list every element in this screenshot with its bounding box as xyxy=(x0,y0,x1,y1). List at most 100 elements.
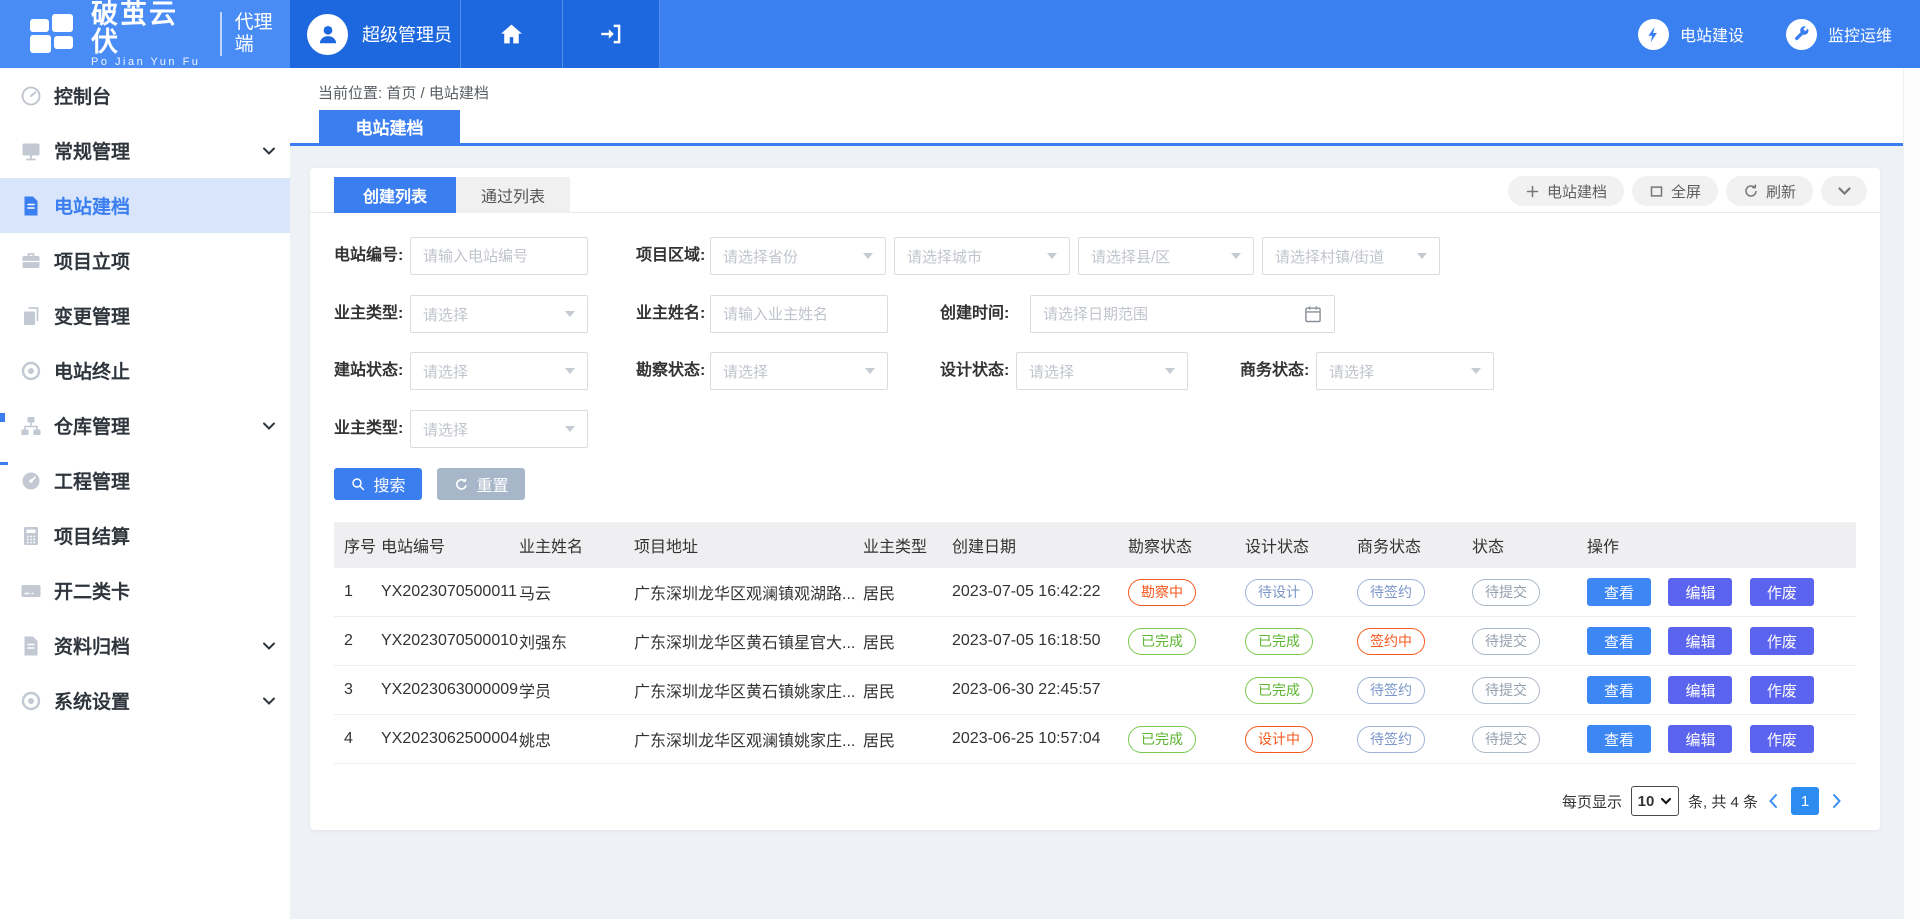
sidebar-item-general-mgmt[interactable]: 常规管理 xyxy=(0,123,290,178)
edit-button[interactable]: 编辑 xyxy=(1668,578,1732,606)
refresh-button[interactable]: 刷新 xyxy=(1726,176,1813,206)
breadcrumb-path[interactable]: 首页 / 电站建档 xyxy=(386,85,489,102)
city-select[interactable]: 请选择城市 xyxy=(894,237,1070,275)
chevron-right-icon xyxy=(1831,793,1843,809)
col-actions: 操作 xyxy=(1587,533,1856,557)
county-select[interactable]: 请选择县/区 xyxy=(1078,237,1254,275)
col-code: 电站编号 xyxy=(381,533,519,557)
province-select[interactable]: 请选择省份 xyxy=(710,237,886,275)
home-button[interactable] xyxy=(460,0,562,68)
person-icon xyxy=(315,21,341,47)
sidebar-item-label: 仓库管理 xyxy=(54,412,130,439)
view-button[interactable]: 查看 xyxy=(1587,627,1651,655)
edit-button[interactable]: 编辑 xyxy=(1668,627,1732,655)
tab-create-list[interactable]: 创建列表 xyxy=(334,177,456,213)
page-tab-station-archive[interactable]: 电站建档 xyxy=(319,110,460,143)
tab-passed-list[interactable]: 通过列表 xyxy=(456,177,570,213)
sidebar: 控制台 常规管理 电站建档 项目立项 xyxy=(0,68,290,919)
nav-monitor-ops[interactable]: 监控运维 xyxy=(1786,0,1892,68)
sidebar-scroll-indicator xyxy=(0,413,5,422)
status-badge: 签约中 xyxy=(1357,628,1425,655)
owner-type-select[interactable]: 请选择 xyxy=(410,295,588,333)
page-number-button[interactable]: 1 xyxy=(1791,787,1819,815)
date-range-input[interactable] xyxy=(1030,295,1335,333)
sidebar-item-warehouse-mgmt[interactable]: 仓库管理 xyxy=(0,398,290,453)
user-menu[interactable]: 超级管理员 xyxy=(290,0,460,68)
filter-actions: 搜索 重置 xyxy=(334,468,525,500)
owner-name-label: 业主姓名: xyxy=(636,295,705,333)
sidebar-item-engineering-mgmt[interactable]: 工程管理 xyxy=(0,453,290,508)
chevron-down-icon xyxy=(262,696,276,706)
sidebar-item-project-settlement[interactable]: 项目结算 xyxy=(0,508,290,563)
logout-button[interactable] xyxy=(562,0,660,68)
next-page-button[interactable] xyxy=(1831,793,1843,809)
view-button[interactable]: 查看 xyxy=(1587,578,1651,606)
page-scrollbar[interactable] xyxy=(1903,68,1920,919)
breadcrumb: 当前位置: 首页 / 电站建档 xyxy=(318,82,489,103)
prev-page-button[interactable] xyxy=(1767,793,1779,809)
logo[interactable]: 破茧云伏 Po Jian Yun Fu 代理端 xyxy=(0,0,290,68)
survey-status-select[interactable]: 请选择 xyxy=(710,352,888,390)
collapse-toolbar-button[interactable] xyxy=(1821,176,1867,206)
reset-button[interactable]: 重置 xyxy=(437,468,525,500)
edit-button[interactable]: 编辑 xyxy=(1668,676,1732,704)
town-select[interactable]: 请选择村镇/街道 xyxy=(1262,237,1440,275)
filter-row-4: 业主类型: 请选择 xyxy=(310,410,1880,448)
caret-down-icon xyxy=(865,368,875,374)
void-button[interactable]: 作废 xyxy=(1750,725,1814,753)
status-badge: 待提交 xyxy=(1472,579,1540,606)
sidebar-item-project-initiation[interactable]: 项目立项 xyxy=(0,233,290,288)
sidebar-item-label: 电站终止 xyxy=(54,357,130,384)
void-button[interactable]: 作废 xyxy=(1750,578,1814,606)
sidebar-item-console[interactable]: 控制台 xyxy=(0,68,290,123)
filter-row-2: 业主类型: 请选择 业主姓名: 创建时间: xyxy=(310,295,1880,333)
calendar-icon[interactable] xyxy=(1303,304,1323,324)
edit-button[interactable]: 编辑 xyxy=(1668,725,1732,753)
station-code-input[interactable] xyxy=(410,237,588,275)
logout-icon xyxy=(598,21,624,47)
design-status-label: 设计状态: xyxy=(940,352,1009,390)
create-station-label: 电站建档 xyxy=(1547,181,1607,202)
sidebar-item-label: 项目结算 xyxy=(54,522,130,549)
search-button[interactable]: 搜索 xyxy=(334,468,422,500)
sidebar-item-label: 控制台 xyxy=(54,82,111,109)
create-station-button[interactable]: 电站建档 xyxy=(1508,176,1624,206)
sidebar-item-system-settings[interactable]: 系统设置 xyxy=(0,673,290,728)
business-status-select[interactable]: 请选择 xyxy=(1316,352,1494,390)
status-badge: 已完成 xyxy=(1245,677,1313,704)
nav-station-build[interactable]: 电站建设 xyxy=(1638,0,1744,68)
design-status-select[interactable]: 请选择 xyxy=(1016,352,1188,390)
sidebar-item-class2-card[interactable]: 开二类卡 xyxy=(0,563,290,618)
sidebar-item-station-termination[interactable]: 电站终止 xyxy=(0,343,290,398)
void-button[interactable]: 作废 xyxy=(1750,627,1814,655)
chevron-left-icon xyxy=(1767,793,1779,809)
caret-down-icon xyxy=(1047,253,1057,259)
filter-row-1: 电站编号: 项目区域: 请选择省份 请选择城市 请选择县/区 请选择村镇/街道 xyxy=(310,237,1880,275)
sidebar-item-data-archive[interactable]: 资料归档 xyxy=(0,618,290,673)
view-button[interactable]: 查看 xyxy=(1587,725,1651,753)
owner-type2-select[interactable]: 请选择 xyxy=(410,410,588,448)
dashboard-icon xyxy=(19,84,43,108)
owner-name-input[interactable] xyxy=(710,295,888,333)
sidebar-item-station-archive[interactable]: 电站建档 xyxy=(0,178,290,233)
caret-down-icon xyxy=(1471,368,1481,374)
build-status-select[interactable]: 请选择 xyxy=(410,352,588,390)
create-time-label: 创建时间: xyxy=(940,295,1009,333)
per-page-select[interactable]: 10 xyxy=(1631,786,1679,816)
view-button[interactable]: 查看 xyxy=(1587,676,1651,704)
void-button[interactable]: 作废 xyxy=(1750,676,1814,704)
app-header: 破茧云伏 Po Jian Yun Fu 代理端 超级管理员 xyxy=(0,0,1920,68)
status-badge: 已完成 xyxy=(1128,628,1196,655)
build-status-label: 建站状态: xyxy=(334,352,403,390)
status-badge: 勘察中 xyxy=(1128,579,1196,606)
monitor-icon xyxy=(19,139,43,163)
breadcrumb-band: 当前位置: 首页 / 电站建档 电站建档 xyxy=(290,68,1903,146)
status-badge: 设计中 xyxy=(1245,726,1313,753)
sidebar-item-change-mgmt[interactable]: 变更管理 xyxy=(0,288,290,343)
fullscreen-button[interactable]: 全屏 xyxy=(1632,176,1718,206)
plus-icon xyxy=(1525,184,1540,199)
col-design: 设计状态 xyxy=(1245,533,1357,557)
sidebar-item-label: 开二类卡 xyxy=(54,577,130,604)
card-icon xyxy=(19,579,43,603)
reset-icon xyxy=(453,476,469,492)
